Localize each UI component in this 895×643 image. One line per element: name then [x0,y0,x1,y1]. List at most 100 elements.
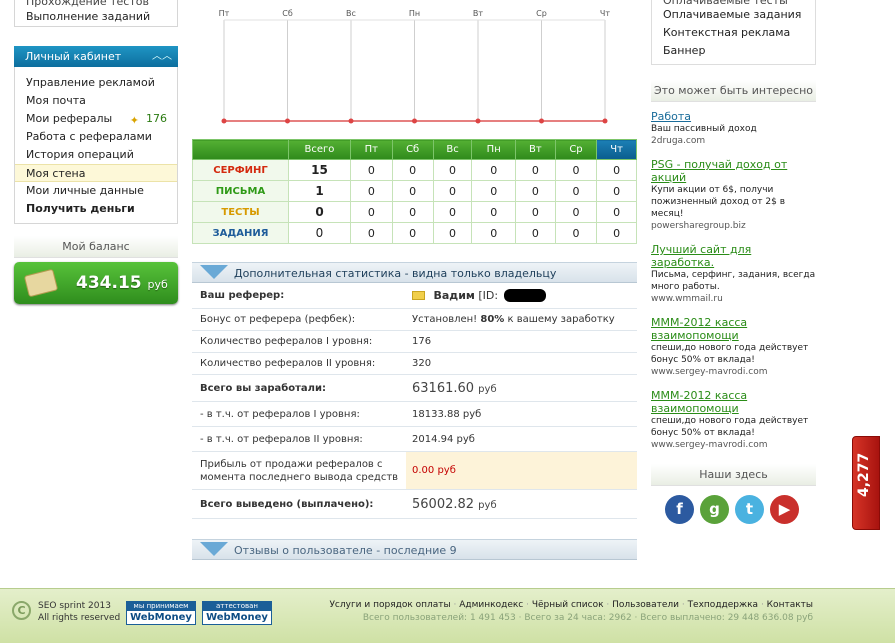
reviews-title: Отзывы о пользователе - последние 9 [234,544,457,557]
stats-header-total: Всего [288,139,351,160]
from-l2-label: - в т.ч. от рефералов II уровня: [200,433,363,445]
sidebar-item-referrals[interactable]: Мои рефералы ✦ 176 [15,110,177,128]
referer-row: Ваш реферер: Вадим [ID: [192,283,637,309]
cabinet-header[interactable]: Личный кабинет ︿︿ [14,46,178,67]
webmoney-attested-badge[interactable]: аттестован WebMoney [202,601,272,625]
sidebar-item-tests[interactable]: Прохождение тестов [15,0,177,8]
ad-url[interactable]: 2druga.com [651,135,816,148]
ad-url[interactable]: www.sergey-mavrodi.com [651,439,816,452]
stats-cell: 0 [471,180,517,202]
wm1-bottom: WebMoney [130,612,192,623]
referer-name[interactable]: Вадим [434,289,475,302]
ad-url[interactable]: www.sergey-mavrodi.com [651,366,816,379]
collapse-icon[interactable]: ︿︿ [152,46,172,67]
envelope-icon[interactable] [412,291,425,301]
menu-item-banner[interactable]: Баннер [663,42,815,60]
sidebar-item-tasks[interactable]: Выполнение заданий [15,8,177,26]
menu-item-paid-tasks[interactable]: Оплачиваемые задания [663,6,815,24]
google-icon[interactable]: g [700,495,729,524]
sidebar-item-referral-work[interactable]: Работа с рефералами [15,128,177,146]
ad-url[interactable]: www.wmmail.ru [651,293,816,306]
footer-link[interactable]: Админкодекс [459,600,523,610]
extra-stats-header[interactable]: Дополнительная статистика - видна только… [192,262,637,283]
copyright-icon: C [12,601,31,620]
stats-cell: 0 [596,180,637,202]
stats-cell: 0 [554,180,598,202]
twitter-icon[interactable]: t [735,495,764,524]
ad-url[interactable]: powersharegroup.biz [651,220,816,233]
earned-label: Всего вы заработали: [200,382,326,394]
footer-link[interactable]: Техподдержка [688,600,759,610]
referer-id-prefix: [ID: [478,288,499,302]
sidebar-item-wall[interactable]: Моя стена [15,164,177,182]
stats-row-total: 15 [288,159,351,181]
from-l1-label: - в т.ч. от рефералов I уровня: [200,408,360,420]
sidebar-item-history[interactable]: История операций [15,146,177,164]
facebook-icon[interactable]: f [665,495,694,524]
page: { "left": { "top_items": ["Прохождение т… [0,0,895,643]
stats-header-mon: Пн [471,139,517,160]
copyright-line2: All rights reserved [38,613,121,623]
separator: · [678,600,688,610]
stats-row-label: ПИСЬМА [192,180,289,202]
withdrawn-label: Всего выведено (выплачено): [200,498,374,510]
lvl1-value: 176 [412,336,432,347]
stats-cell: 0 [515,222,556,244]
ad-services-menu: Оплачиваемые тесты Оплачиваемые задания … [651,0,816,65]
footer-link[interactable]: Контакты [767,600,813,610]
stats-row-label: ЗАДАНИЯ [192,222,289,244]
stats-row-total: 0 [288,201,351,223]
stats-cell: 0 [515,201,556,223]
stats-cell: 0 [432,180,473,202]
stats-body: СЕРФИНГ 15 0 0 0 0 0 0 0 ПИСЬМА 1 0 0 0 0 0 0 0 ТЕСТЫ 0 0 0 0 0… [192,159,637,244]
ad-item: PSG - получай доход от акций Купи акции … [651,158,816,233]
ad-item: МММ-2012 касса взаимопомощи спеши,до нов… [651,389,816,452]
balance-box[interactable]: 434.15 руб [14,262,178,304]
stats-header-sun: Вс [432,139,473,160]
ad-description: спеши,до нового года действует бонус 50%… [651,343,809,365]
stats-cell: 0 [554,222,598,244]
stats-cell: 0 [391,159,434,181]
sidebar-item-mail[interactable]: Моя почта [15,92,177,110]
ad-item: Работа Ваш пассивный доход 2druga.com [651,110,816,148]
stats-cell: 0 [554,201,598,223]
lvl1-row: Количество рефералов I уровня: 176 [192,331,637,353]
earned-row: Всего вы заработали: 63161.60 руб [192,375,637,402]
ad-title-link[interactable]: PSG - получай доход от акций [651,158,816,184]
data-point [221,118,227,124]
footer-link[interactable]: Чёрный список [532,600,604,610]
ad-title-link[interactable]: Лучший сайт для заработка. [651,243,816,269]
ad-title-link[interactable]: МММ-2012 касса взаимопомощи [651,389,816,415]
x-tick-label: Ср [536,9,547,18]
reviews-header[interactable]: Отзывы о пользователе - последние 9 [192,539,637,560]
footer-link[interactable]: Услуги и порядок оплаты [329,600,450,610]
footer-links: Услуги и порядок оплаты · Админкодекс · … [329,600,813,610]
footer-link[interactable]: Пользователи [612,600,679,610]
left-sidebar: Прохождение тестов Выполнение заданий Ли… [14,0,178,258]
sidebar-item-withdraw[interactable]: Получить деньги [15,200,177,218]
ad-item: Лучший сайт для заработка. Письма, серфи… [651,243,816,306]
stats-cell: 0 [391,201,434,223]
counter-badge[interactable]: 4,277 [852,436,880,530]
bonus-label: Бонус от реферера (рефбек): [200,314,356,325]
stats-cell: 0 [350,180,393,202]
ad-title-link[interactable]: МММ-2012 касса взаимопомощи [651,316,816,342]
extra-stats-title: Дополнительная статистика - видна только… [234,267,557,280]
x-tick-label: Вт [473,9,483,18]
stats-header-tue: Вт [515,139,556,160]
data-point [539,118,544,124]
from-l1-value: 18133.88 руб [412,408,482,420]
x-tick-label: Пн [409,9,420,18]
sidebar-item-personal-data[interactable]: Мои личные данные [15,182,177,200]
stats-cell: 0 [432,159,473,181]
x-tick-label: Сб [282,9,293,18]
sidebar-item-ads[interactable]: Управление рекламой [15,74,177,92]
stats-cell: 0 [432,201,473,223]
youtube-icon[interactable]: ▶ [770,495,799,524]
stats-cell: 0 [350,159,393,181]
stats-cell: 0 [391,180,434,202]
menu-item-context-ads[interactable]: Контекстная реклама [663,24,815,42]
ad-title-link[interactable]: Работа [651,110,816,123]
expand-triangle-icon [200,542,228,556]
webmoney-accept-badge[interactable]: мы принимаем WebMoney [126,601,196,625]
